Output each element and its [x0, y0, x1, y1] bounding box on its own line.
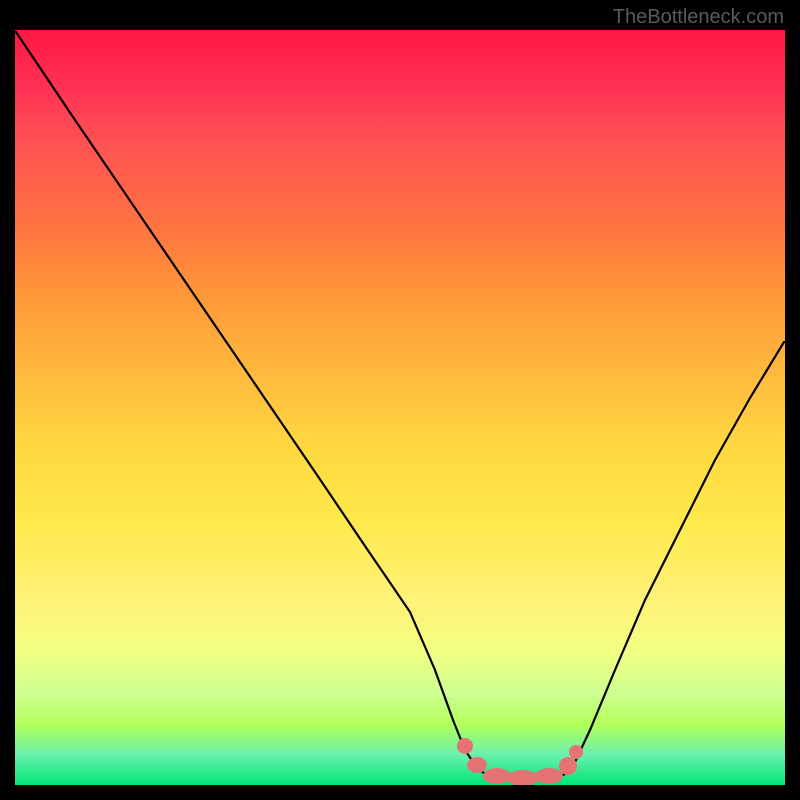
marker-dot	[535, 768, 563, 784]
watermark-text: TheBottleneck.com	[613, 6, 784, 29]
marker-dot	[569, 745, 583, 759]
valley-marker-cluster	[457, 738, 583, 785]
marker-dot	[483, 768, 511, 784]
marker-dot	[467, 757, 487, 773]
marker-dot	[507, 770, 539, 785]
curve-path	[16, 32, 784, 778]
bottleneck-curve	[15, 30, 785, 785]
marker-dot	[457, 738, 473, 754]
marker-dot	[559, 757, 577, 775]
plot-area	[15, 30, 785, 785]
chart-frame: TheBottleneck.com	[0, 0, 800, 800]
